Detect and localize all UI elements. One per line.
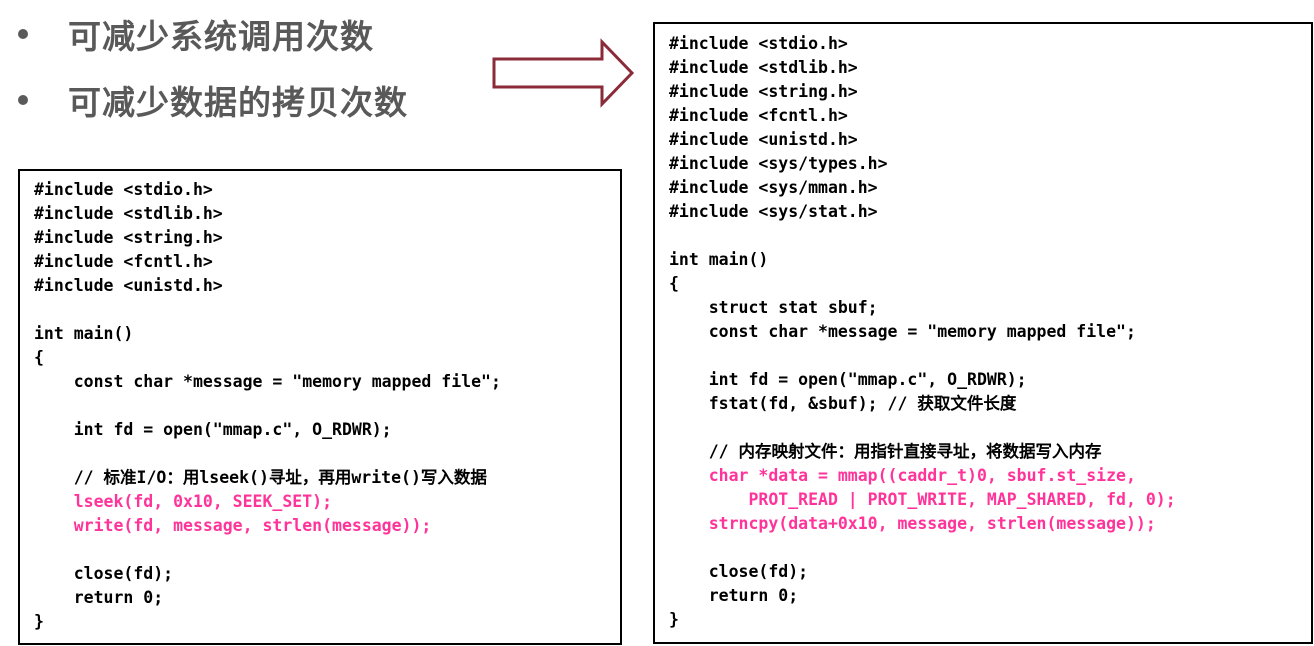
code-line: #include <string.h>: [34, 228, 223, 247]
code-line: const char *message = "memory mapped fil…: [669, 322, 1136, 341]
code-line: #include <sys/stat.h>: [669, 202, 878, 221]
bullet-text: 可减少数据的拷贝次数: [68, 83, 408, 122]
code-line: {: [669, 274, 679, 293]
code-line: {: [34, 348, 44, 367]
right-arrow-icon: [492, 38, 635, 108]
code-line: return 0;: [34, 588, 164, 607]
code-line: return 0;: [669, 586, 799, 605]
code-line: int fd = open("mmap.c", O_RDWR);: [669, 370, 1027, 389]
bullet-text: 可减少系统调用次数: [68, 17, 374, 56]
code-line: #include <fcntl.h>: [669, 106, 848, 125]
code-line: int main(): [669, 250, 769, 269]
code-line: lseek(fd, 0x10, SEEK_SET);: [34, 492, 333, 511]
code-line: #include <stdlib.h>: [34, 204, 223, 223]
bullet-dot-icon: [18, 95, 28, 105]
code-line: close(fd);: [34, 564, 174, 583]
mmap-code-block: #include <stdio.h> #include <stdlib.h> #in…: [653, 22, 1313, 644]
code-line: // 内存映射文件：用指针直接寻址，将数据写入内存: [669, 442, 1102, 461]
standard-io-code-block: #include <stdio.h> #include <stdlib.h> #in…: [18, 169, 622, 645]
code-line: #include <unistd.h>: [669, 130, 858, 149]
code-line: PROT_READ | PROT_WRITE, MAP_SHARED, fd, …: [669, 490, 1176, 509]
arrow-outline: [492, 38, 635, 108]
bullet-item-1: 可减少系统调用次数: [18, 14, 374, 56]
code-line: strncpy(data+0x10, message, strlen(messa…: [669, 514, 1156, 533]
code-line: // 标准I/O：用lseek()寻址，再用write()写入数据: [34, 468, 487, 487]
code-line: int fd = open("mmap.c", O_RDWR);: [34, 420, 392, 439]
code-line: #include <fcntl.h>: [34, 252, 213, 271]
code-line: write(fd, message, strlen(message));: [34, 516, 432, 535]
code-line: #include <stdlib.h>: [669, 58, 858, 77]
code-line: }: [669, 610, 679, 629]
code-line: #include <stdio.h>: [34, 180, 213, 199]
code-line: const char *message = "memory mapped fil…: [34, 372, 501, 391]
code-line: #include <string.h>: [669, 82, 858, 101]
code-line: close(fd);: [669, 562, 809, 581]
code-line: #include <stdio.h>: [669, 34, 848, 53]
code-line: #include <sys/mman.h>: [669, 178, 878, 197]
bullet-item-2: 可减少数据的拷贝次数: [18, 80, 408, 122]
code-line: }: [34, 612, 44, 631]
code-line: int main(): [34, 324, 134, 343]
code-line: #include <unistd.h>: [34, 276, 223, 295]
code-line: #include <sys/types.h>: [669, 154, 888, 173]
bullet-dot-icon: [18, 29, 28, 39]
code-line: char *data = mmap((caddr_t)0, sbuf.st_si…: [669, 466, 1136, 485]
code-line: fstat(fd, &sbuf); // 获取文件长度: [669, 394, 1017, 413]
code-line: struct stat sbuf;: [669, 298, 878, 317]
